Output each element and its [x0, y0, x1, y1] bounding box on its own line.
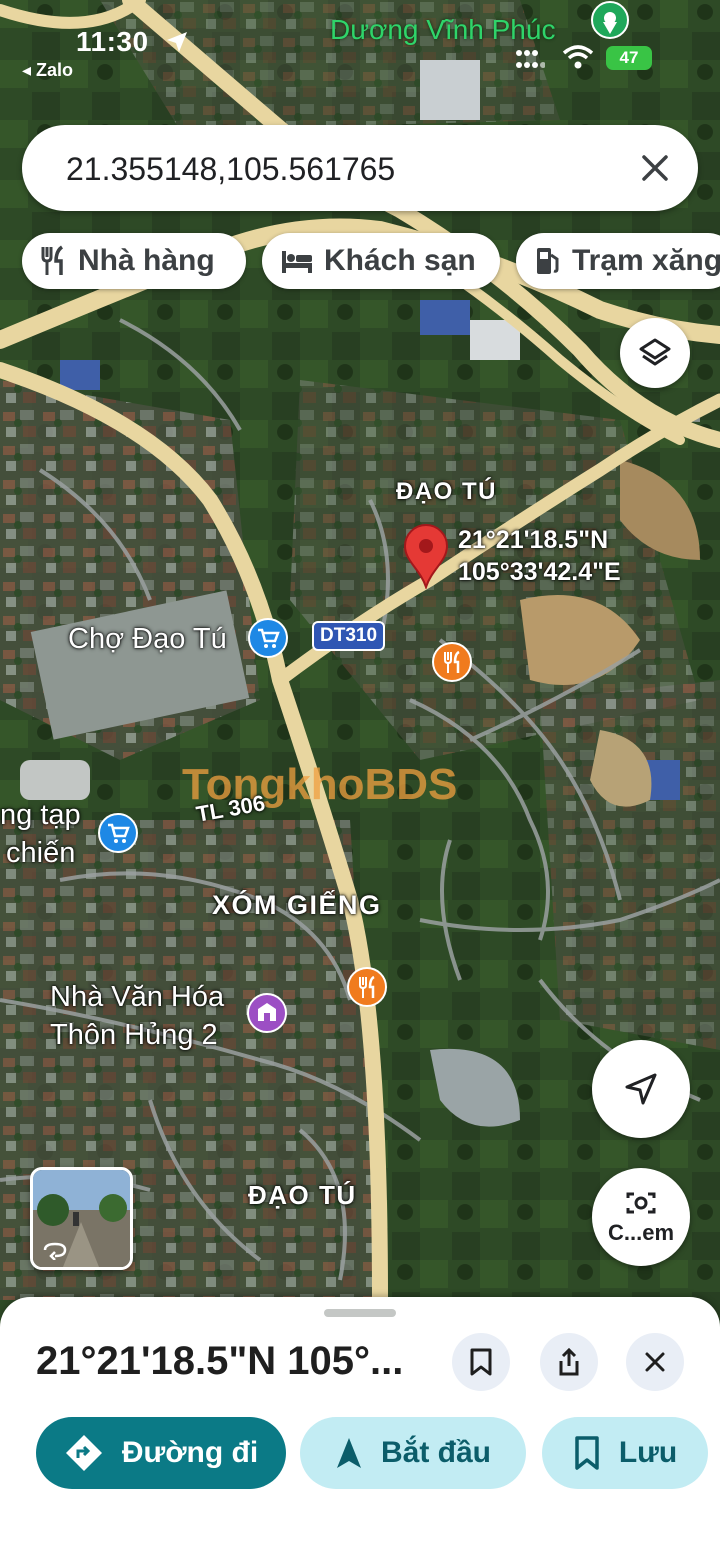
status-bar: Dương Vĩnh Phúc 11:30 ◂ Zalo 47	[0, 0, 720, 90]
save-button[interactable]: Lưu	[542, 1417, 708, 1489]
location-arrow-icon	[167, 32, 187, 52]
pin-longitude: 105°33'42.4"E	[458, 558, 621, 586]
clear-search-icon[interactable]	[638, 151, 672, 185]
directions-label: Đường đi	[121, 1436, 259, 1469]
hotel-bed-icon	[282, 251, 312, 273]
status-time: 11:30	[76, 26, 149, 57]
area-label-dao-tu-south: ĐẠO TÚ	[248, 1180, 357, 1210]
place-title: 21°21'18.5"N 105°...	[36, 1339, 404, 1383]
share-button[interactable]	[540, 1333, 598, 1391]
restaurant-icon	[41, 245, 64, 275]
layers-button[interactable]	[620, 318, 690, 388]
place-bottom-sheet[interactable]: 21°21'18.5"N 105°... Đường đi Bắt đầu Lư…	[0, 1297, 720, 1565]
chip-hotels[interactable]: Khách sạn	[262, 233, 500, 289]
360-rotate-icon	[43, 1242, 67, 1260]
restaurant-poi-icon[interactable]	[431, 641, 473, 685]
dropped-pin-icon[interactable]	[402, 523, 450, 589]
bookmark-icon	[470, 1348, 492, 1376]
map-place-label-top: Dương Vĩnh Phúc	[330, 14, 556, 45]
pin-coordinate-label: 21°21'18.5"N 105°33'42.4"E	[458, 524, 621, 588]
poi-tap-hoa-line2: chiến	[6, 837, 76, 869]
poi-nha-van-hoa-line2: Thôn Hủng 2	[50, 1019, 218, 1051]
save-bookmark-button[interactable]	[452, 1333, 510, 1391]
battery-indicator: 47	[606, 46, 652, 70]
navigation-start-icon	[336, 1438, 361, 1468]
search-input[interactable]	[64, 143, 628, 195]
poi-tap-hoa-label[interactable]: ng tạp chiến	[0, 796, 81, 872]
area-label-dao-tu-north: ĐẠO TÚ	[396, 478, 497, 505]
poi-cho-dao-tu-label[interactable]: Chợ Đạo Tú	[68, 620, 227, 658]
street-view-thumbnail[interactable]	[30, 1167, 133, 1270]
green-place-pin-icon	[591, 1, 629, 39]
chip-restaurants[interactable]: Nhà hàng	[22, 233, 246, 289]
layers-icon	[639, 338, 671, 366]
camera-search-button[interactable]: C...em	[592, 1168, 690, 1266]
area-label-xom-gieng: XÓM GIẾNG	[212, 890, 382, 920]
wifi-icon	[562, 45, 594, 69]
shopping-cart-poi-icon[interactable]	[247, 617, 289, 659]
start-navigation-button[interactable]: Bắt đầu	[300, 1417, 526, 1489]
shopping-cart-poi-icon-2[interactable]	[97, 812, 139, 854]
share-icon	[559, 1347, 579, 1376]
chip-hotels-label: Khách sạn	[324, 244, 476, 277]
chip-restaurants-label: Nhà hàng	[78, 244, 215, 277]
directions-icon	[65, 1435, 102, 1471]
gas-station-icon	[537, 248, 559, 274]
start-label: Bắt đầu	[380, 1436, 491, 1469]
camera-search-label: C...em	[607, 1220, 675, 1245]
bookmark-save-icon	[575, 1436, 599, 1470]
close-icon	[645, 1352, 665, 1372]
my-location-button[interactable]	[592, 1040, 690, 1138]
close-sheet-button[interactable]	[626, 1333, 684, 1391]
directions-button[interactable]: Đường đi	[36, 1417, 286, 1489]
chip-gas-stations[interactable]: Trạm xăng	[516, 233, 720, 289]
road-shield-dt310: DT310	[312, 621, 386, 651]
navigation-arrow-icon	[625, 1073, 657, 1105]
search-bar[interactable]	[22, 125, 698, 211]
cellular-signal-icon	[516, 50, 545, 68]
save-label: Lưu	[618, 1436, 678, 1469]
culture-house-poi-icon[interactable]	[246, 992, 288, 1034]
sheet-drag-handle[interactable]	[324, 1309, 396, 1317]
poi-tap-hoa-line1: ng tạp	[0, 799, 81, 831]
back-to-app-link[interactable]: ◂ Zalo	[22, 60, 73, 81]
lens-camera-icon	[626, 1192, 656, 1214]
poi-nha-van-hoa-label[interactable]: Nhà Văn Hóa Thôn Hủng 2	[50, 978, 224, 1054]
restaurant-poi-icon-2[interactable]	[346, 966, 388, 1010]
chip-gas-stations-label: Trạm xăng	[572, 244, 720, 277]
poi-nha-van-hoa-line1: Nhà Văn Hóa	[50, 981, 225, 1013]
battery-level: 47	[619, 48, 639, 67]
pin-latitude: 21°21'18.5"N	[458, 526, 609, 554]
